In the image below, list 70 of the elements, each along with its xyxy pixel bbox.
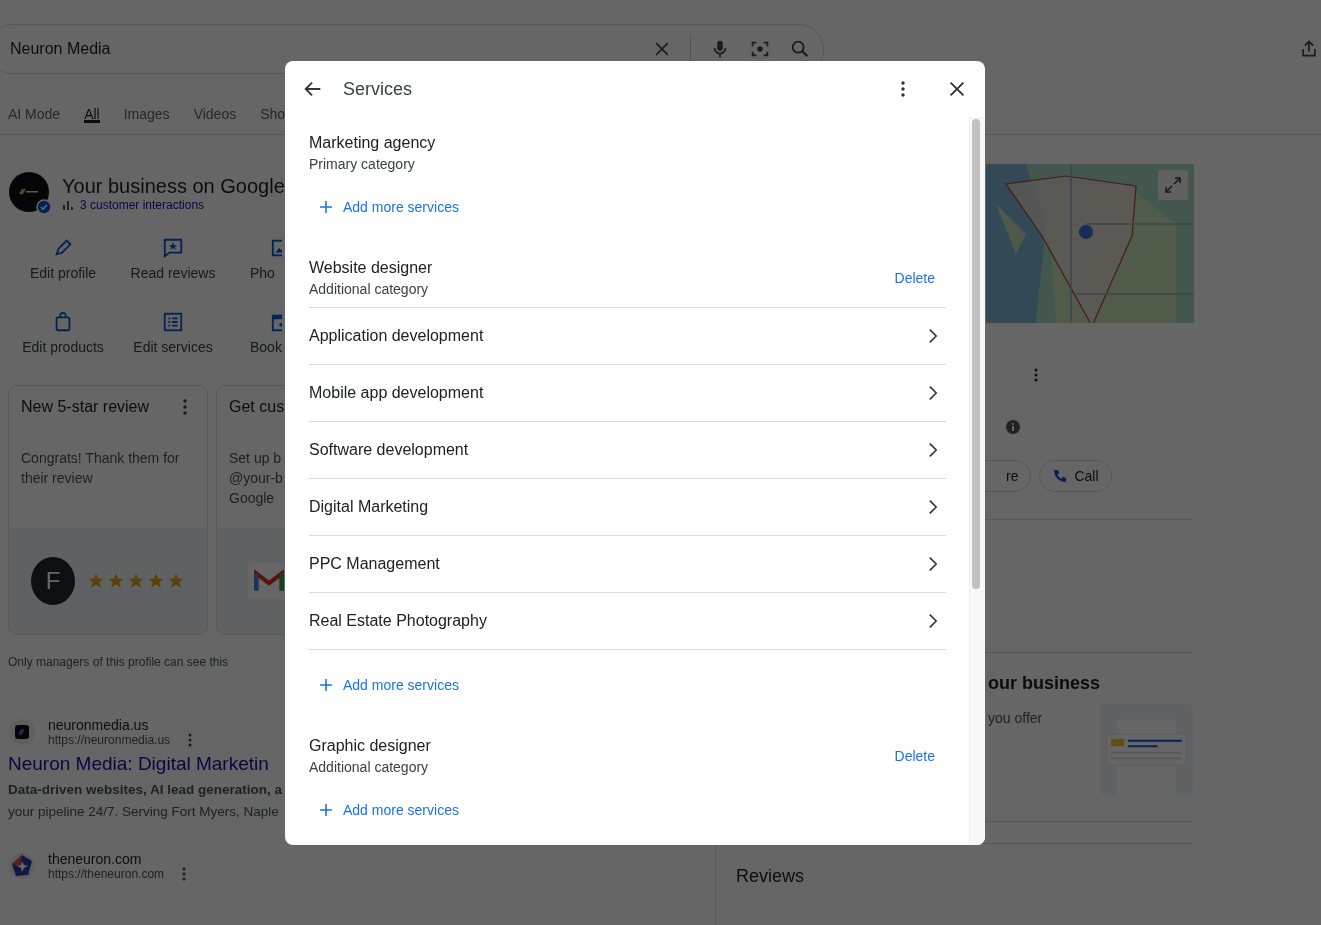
service-row[interactable]: PPC Management — [309, 536, 946, 593]
action-button[interactable]: Edit profile — [8, 237, 118, 281]
chevron-right-icon — [928, 442, 938, 458]
service-row[interactable]: Real Estate Photography — [309, 593, 946, 650]
search-text: Neuron Media — [10, 39, 112, 58]
tab[interactable]: Sho — [260, 97, 286, 134]
add-services-link[interactable]: Add more services — [319, 199, 459, 215]
list-icon — [162, 311, 184, 333]
service-row[interactable]: Software development — [309, 422, 946, 479]
card-title: New 5-star review — [21, 398, 150, 416]
info-icon[interactable] — [1006, 420, 1020, 434]
expand-icon[interactable] — [1158, 170, 1188, 200]
chevron-right-icon — [928, 328, 938, 344]
chevron-right-icon — [928, 385, 938, 401]
card-text-line: Google — [229, 489, 275, 508]
managers-note: Only managers of this profile can see this — [8, 655, 230, 669]
tab[interactable]: All — [84, 97, 100, 123]
logo-icon — [8, 171, 52, 215]
category-type: Primary category — [309, 156, 416, 172]
tab[interactable]: Videos — [193, 97, 237, 134]
service-row[interactable]: Digital Marketing — [309, 479, 946, 536]
site-url: https://neuronmedia.us — [48, 733, 171, 747]
section-text: you offer — [988, 710, 1043, 726]
action-button[interactable]: Edit services — [118, 311, 228, 355]
more-icon[interactable] — [901, 81, 905, 97]
card-text-line: @your-b — [229, 469, 283, 488]
result-snippet: Data-driven websites, AI lead generation, a — [8, 781, 283, 799]
category-name: Website designer — [309, 259, 433, 277]
card-text-line: Set up b — [229, 449, 282, 468]
star-favicon-icon — [8, 852, 36, 880]
plus-icon — [319, 678, 333, 692]
service-row[interactable]: Mobile app development — [309, 365, 946, 422]
plus-icon — [319, 803, 333, 817]
dialog-title: Services — [343, 78, 414, 100]
add-services-link[interactable]: Add more services — [319, 677, 459, 693]
site-url: https://theneuron.com — [48, 867, 165, 881]
star-message-icon — [162, 237, 184, 259]
category-type: Additional category — [309, 281, 430, 297]
chevron-right-icon — [928, 499, 938, 515]
section-title: Reviews — [736, 866, 806, 887]
pencil-icon — [52, 237, 74, 259]
avatar: F — [31, 557, 75, 605]
chevron-right-icon — [928, 556, 938, 572]
action-button[interactable]: Edit products — [8, 311, 118, 355]
action-button[interactable]: Read reviews — [118, 237, 228, 281]
scrollbar-thumb[interactable] — [972, 119, 980, 589]
category-type: Additional category — [309, 759, 430, 775]
site-name: theneuron.com — [48, 851, 143, 867]
phone-icon — [1052, 468, 1069, 484]
result-snippet: your pipeline 24/7. Serving Fort Myers, Naple — [8, 803, 279, 821]
chevron-right-icon — [928, 613, 938, 629]
section-title: our business — [988, 673, 1101, 694]
add-services-link[interactable]: Add more services — [319, 802, 459, 818]
plus-icon — [319, 200, 333, 214]
site-name: neuronmedia.us — [48, 717, 150, 733]
card-title: Get cus — [229, 398, 285, 416]
tab[interactable]: Images — [123, 97, 170, 134]
category-name: Marketing agency — [309, 134, 436, 152]
delete-link[interactable]: Delete — [894, 748, 935, 764]
image-icon — [270, 237, 282, 259]
site-favicon-icon — [8, 718, 36, 746]
result-title-link[interactable]: Neuron Media: Digital Marketin — [8, 753, 269, 775]
interactions-link[interactable]: 3 customer interactions — [80, 197, 205, 212]
business-title: Your business on Google — [62, 174, 285, 198]
bar-chart-icon — [62, 198, 74, 211]
tab[interactable]: AI Mode — [8, 97, 61, 134]
service-row[interactable]: Application development — [309, 308, 946, 365]
delete-link[interactable]: Delete — [894, 270, 935, 286]
category-name: Graphic designer — [309, 737, 431, 755]
card-text: Congrats! Thank them for their review — [20, 449, 181, 488]
